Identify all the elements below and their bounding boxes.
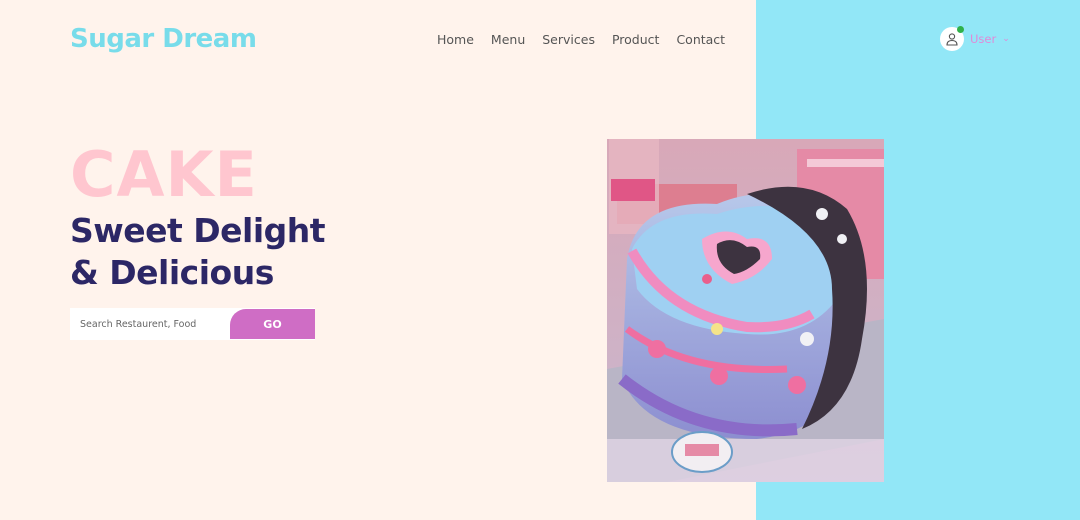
search-input[interactable] [70, 318, 230, 330]
user-label[interactable]: User [970, 32, 996, 46]
avatar[interactable] [940, 26, 964, 51]
nav-services[interactable]: Services [542, 32, 595, 47]
hero-subline-1: Sweet Delight [70, 211, 326, 250]
user-icon [946, 33, 958, 46]
hero-subline-2: & Delicious [70, 253, 274, 292]
user-menu[interactable]: User ⌄ [940, 26, 1010, 51]
nav-product[interactable]: Product [612, 32, 659, 47]
cake-image [607, 139, 884, 482]
search-bar: GO [70, 308, 315, 340]
go-button[interactable]: GO [230, 309, 315, 339]
main-nav: Home Menu Services Product Contact [437, 32, 725, 47]
online-status-dot [957, 26, 964, 33]
nav-contact[interactable]: Contact [676, 32, 725, 47]
nav-home[interactable]: Home [437, 32, 474, 47]
hero-headline: CAKE [70, 138, 258, 211]
chevron-down-icon[interactable]: ⌄ [1002, 34, 1010, 44]
brand-logo[interactable]: Sugar Dream [70, 24, 257, 54]
nav-menu[interactable]: Menu [491, 32, 525, 47]
hero-subheadline: Sweet Delight & Delicious [70, 210, 326, 294]
